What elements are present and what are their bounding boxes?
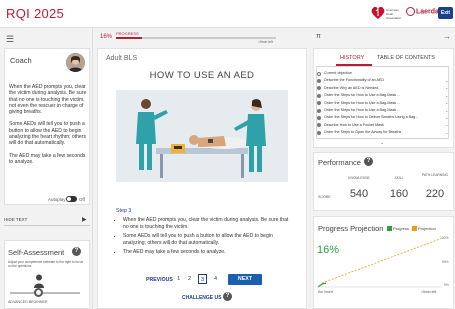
chevron-icon[interactable]: ⌄: [445, 100, 448, 105]
path-learning-score: 220: [425, 188, 445, 200]
tab-table-of-contents[interactable]: TABLE OF CONTENTS: [377, 55, 435, 61]
toc-item-icon: [317, 130, 321, 135]
toc-item-icon: [317, 108, 321, 113]
self-assessment-title: Self-Assessment: [8, 248, 65, 257]
toc-item[interactable]: Order the Steps for How to Use a Bag-Mas…: [324, 108, 400, 112]
toc-item[interactable]: Order the Steps for How to Use a Bag-Mas…: [324, 101, 400, 105]
coach-paragraph: The AED may take a few seconds to analyz…: [9, 152, 86, 165]
progress-label: PROGRESS: [116, 31, 139, 36]
y-tick-0: 0%: [444, 283, 449, 287]
step-list: When the AED prompts you, clear the vict…: [115, 217, 293, 259]
autoplay-toggle[interactable]: [66, 196, 77, 202]
x-end-label: <5min left: [421, 290, 437, 294]
toc-item[interactable]: Describe How to Use a Pocket Mask: [324, 123, 384, 127]
y-tick-50: 50%: [442, 260, 449, 264]
projection-chart: [317, 238, 442, 288]
x-start-label: Am Insert: [318, 290, 333, 294]
play-arrow-icon[interactable]: ▶: [82, 216, 87, 223]
projection-percent: 16%: [317, 244, 340, 256]
exit-button[interactable]: Exit: [438, 7, 453, 19]
page-2-button[interactable]: 2: [185, 274, 194, 284]
menu-icon[interactable]: ☰: [6, 34, 14, 45]
toc-item-icon: [317, 78, 321, 83]
previous-button[interactable]: PREVIOUS: [146, 277, 173, 283]
toc-item[interactable]: Order the Steps for How to Deliver Breat…: [324, 115, 418, 119]
coach-text: When the AED prompts you, clear the vict…: [9, 84, 87, 171]
y-tick-100: 100%: [440, 236, 449, 240]
page-1-button[interactable]: 1: [174, 274, 183, 284]
chevron-icon[interactable]: ⌄: [445, 130, 448, 135]
challenge-us-link[interactable]: CHALLENGE US: [182, 295, 221, 301]
step-item: The AED may take a few seconds to analyz…: [123, 249, 293, 256]
chevron-icon[interactable]: ⌄: [445, 78, 448, 83]
coach-avatar: [66, 53, 85, 72]
toc-item[interactable]: Current objective: [324, 71, 352, 75]
progress-line: [317, 282, 327, 288]
step-label: Step 3: [116, 208, 132, 214]
skill-header: SKILL: [394, 176, 404, 180]
progress-percent: 16%: [100, 34, 113, 40]
pi-icon[interactable]: π: [316, 33, 321, 40]
step-item: Some AEDs will tell you to push a button…: [123, 233, 293, 246]
help-icon[interactable]: ?: [223, 292, 232, 301]
progress-fill: [116, 37, 142, 39]
next-button[interactable]: NEXT: [228, 274, 262, 285]
legend-projection-swatch: [412, 226, 417, 231]
coach-paragraph: When the AED prompts you, clear the vict…: [9, 84, 87, 116]
autoplay-label: Autoplay: [48, 197, 66, 202]
logo-main: RQI: [6, 6, 31, 21]
laerdal-circle-icon: [406, 7, 415, 16]
skill-score: 160: [389, 188, 409, 200]
divider: [4, 225, 90, 226]
person-icon: [34, 274, 44, 288]
toc-item-icon: [317, 93, 321, 98]
coach-title: Coach: [10, 56, 32, 65]
performance-title: Performance: [318, 158, 361, 167]
aha-text: American Heart Association: [386, 8, 402, 20]
aed-illustration: [116, 90, 288, 182]
projection-title: Progress Projection: [318, 224, 384, 233]
tab-history[interactable]: HISTORY: [340, 55, 364, 61]
chevron-icon[interactable]: ⌄: [445, 115, 448, 120]
toc-item-icon: [317, 115, 321, 120]
self-assessment-description: Adjust your competence estimate to the r…: [8, 260, 84, 268]
step-item: When the AED prompts you, clear the vict…: [123, 217, 293, 230]
toc-item[interactable]: Describe Why an AED Is Needed: [324, 86, 378, 90]
toc-item[interactable]: Describe the Functionality of an AED: [324, 78, 384, 82]
knowledge-score: 540: [349, 188, 369, 200]
logo-year: 2025: [33, 6, 65, 21]
toc-item[interactable]: Order the Steps to Open the Airway for B…: [324, 130, 401, 134]
score-label: SCORE: [318, 195, 331, 199]
toc-item-icon: [317, 71, 321, 76]
knowledge-header: KNOWLEDGE: [348, 176, 370, 180]
coach-paragraph: Some AEDs will tell you to push a button…: [9, 121, 87, 147]
heart-icon: [371, 6, 385, 19]
competence-slider-track[interactable]: [10, 292, 80, 294]
autoplay-state: Off: [79, 197, 85, 202]
lesson-title: HOW TO USE AN AED: [149, 70, 255, 81]
page-4-button[interactable]: 4: [211, 274, 220, 284]
competence-slider-knob[interactable]: [34, 288, 43, 297]
chevron-icon[interactable]: ⌄: [445, 108, 448, 113]
path-learning-header: PATH LEARNING: [421, 173, 449, 177]
help-icon[interactable]: ?: [364, 157, 373, 166]
chevron-icon[interactable]: ⌄: [445, 93, 448, 98]
page-3-button[interactable]: 3: [198, 274, 207, 284]
rqi-logo: RQI 2025: [6, 6, 64, 21]
toc-item[interactable]: Order the Steps for How to Use a Bag-Mas…: [324, 93, 400, 97]
legend-progress-swatch: [387, 226, 392, 231]
chevron-icon[interactable]: ⌄: [445, 122, 448, 127]
chevron-icon[interactable]: ⌄: [445, 85, 448, 90]
forward-arrow-icon[interactable]: →: [443, 32, 451, 41]
time-left: <5min left: [258, 40, 273, 44]
legend-projection: Projection: [418, 226, 436, 231]
legend-progress: Progress: [393, 226, 410, 231]
projection-line: [321, 238, 441, 284]
help-icon[interactable]: ?: [72, 247, 81, 256]
hide-text-button[interactable]: HIDE TEXT: [4, 217, 27, 222]
chevron-down-icon[interactable]: ⌄: [380, 140, 384, 146]
course-name: Adult BLS: [106, 55, 138, 62]
laerdal-logo: Laerdal: [406, 7, 441, 16]
competence-level-label: ADVANCED BEGINNER: [8, 300, 48, 304]
